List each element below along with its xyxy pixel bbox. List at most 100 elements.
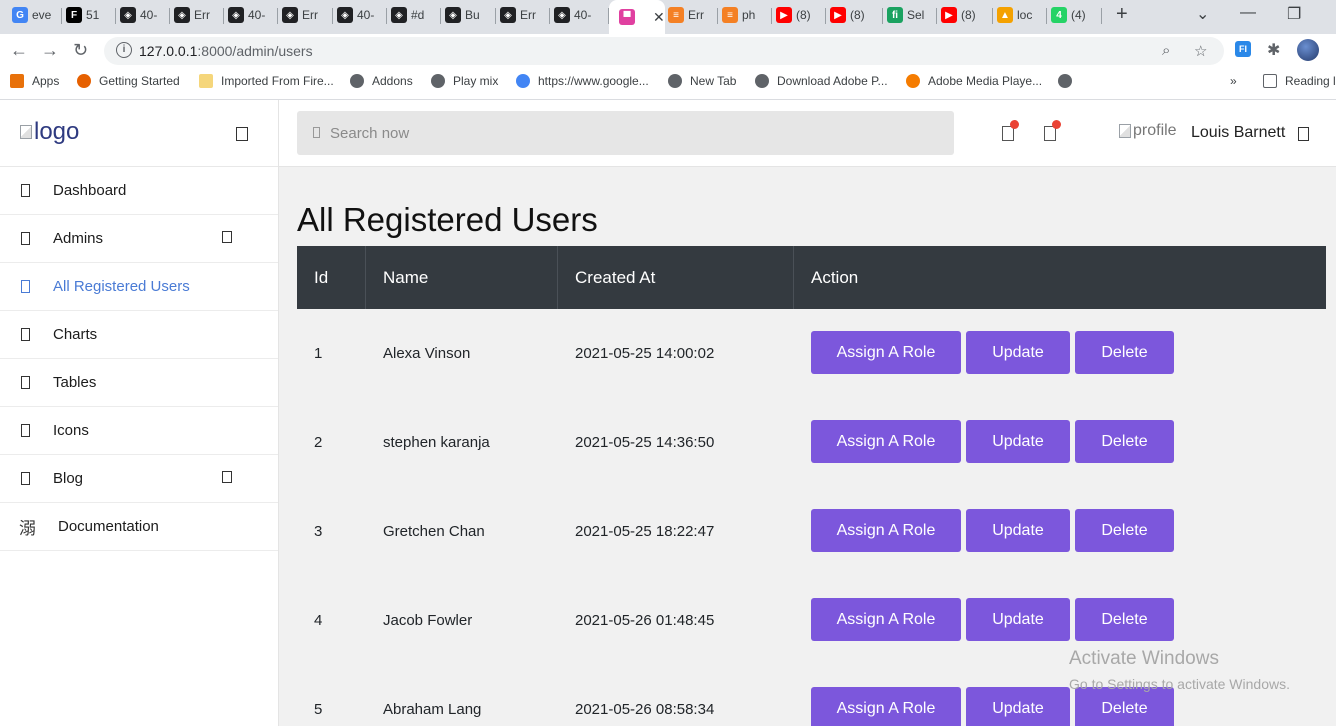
bookmark-item[interactable]: Getting Started xyxy=(77,74,180,88)
user-name[interactable]: Louis Barnett xyxy=(1191,124,1285,142)
sidebar-item-blog[interactable]: Blog xyxy=(0,455,278,503)
update-button[interactable]: Update xyxy=(966,509,1070,552)
assign-role-button[interactable]: Assign A Role xyxy=(811,598,961,641)
bookmark-item[interactable]: https://www.google... xyxy=(516,74,649,88)
forward-arrow-icon[interactable]: → xyxy=(41,40,59,61)
browser-tab[interactable]: ▶ (8) xyxy=(776,0,826,30)
bookmark-item[interactable]: Adobe Media Playe... xyxy=(906,74,1042,88)
bookmark-star-icon[interactable]: ☆ xyxy=(1194,42,1207,60)
assign-role-button[interactable]: Assign A Role xyxy=(811,420,961,463)
sidebar-item-documentation[interactable]: 溺 Documentation xyxy=(0,503,278,551)
tab-separator xyxy=(440,8,441,24)
browser-tab[interactable]: Geve xyxy=(12,0,62,30)
browser-tab[interactable]: fi Sel xyxy=(887,0,937,30)
browser-tab[interactable]: ◈ Err xyxy=(500,0,550,30)
tab-label: Err xyxy=(302,8,318,22)
sidebar-toggle-icon[interactable] xyxy=(236,127,248,141)
reading-list-button[interactable]: Reading l xyxy=(1263,74,1336,88)
tab-separator xyxy=(717,8,718,24)
notification-bell-icon[interactable] xyxy=(1002,120,1019,141)
tab-label: Err xyxy=(520,8,536,22)
tab-label: 40- xyxy=(248,8,266,22)
sidebar-item-all-registered-users[interactable]: All Registered Users xyxy=(0,263,278,311)
browser-tab[interactable]: ◈ #d xyxy=(391,0,441,30)
minimize-button[interactable]: — xyxy=(1240,4,1256,22)
delete-button[interactable]: Delete xyxy=(1075,598,1174,641)
tab-favicon-icon: fi xyxy=(887,7,903,23)
tab-separator xyxy=(1046,8,1047,24)
browser-tab[interactable]: ▀ ✕ xyxy=(609,0,665,34)
browser-tab[interactable]: ◈ 40- xyxy=(337,0,387,30)
browser-tab[interactable]: ▲ loc xyxy=(997,0,1047,30)
browser-tab[interactable]: ▶ (8) xyxy=(830,0,883,30)
browser-tab[interactable]: ≡ ph xyxy=(722,0,772,30)
user-menu-caret-icon[interactable] xyxy=(1298,127,1309,141)
tab-close-icon[interactable]: ✕ xyxy=(653,9,665,26)
browser-tab[interactable]: ◈ Err xyxy=(174,0,224,30)
bookmark-item[interactable]: Addons xyxy=(350,74,413,88)
sidebar-item-admins[interactable]: Admins xyxy=(0,215,278,263)
sidebar-item-label: Icons xyxy=(53,422,89,439)
browser-tab[interactable]: ◈ 40- xyxy=(120,0,170,30)
submenu-caret-icon[interactable] xyxy=(222,231,232,243)
bookmark-item[interactable]: Download Adobe P... xyxy=(755,74,888,88)
profile-avatar[interactable]: profile xyxy=(1119,122,1177,140)
bookmark-item[interactable]: Imported From Fire... xyxy=(199,74,334,88)
tab-separator xyxy=(495,8,496,24)
browser-tab[interactable]: ◈ 40- xyxy=(554,0,609,30)
sidebar-item-dashboard[interactable]: Dashboard xyxy=(0,167,278,215)
sidebar-item-icon xyxy=(21,472,30,485)
watermark-subtitle: Go to Settings to activate Windows. xyxy=(1069,676,1290,692)
logo[interactable]: logo xyxy=(20,118,79,146)
assign-role-button[interactable]: Assign A Role xyxy=(811,687,961,726)
delete-button[interactable]: Delete xyxy=(1075,420,1174,463)
browser-tab[interactable]: ◈ Bu xyxy=(445,0,496,30)
browser-tab[interactable]: ◈ 40- xyxy=(228,0,278,30)
update-button[interactable]: Update xyxy=(966,331,1070,374)
browser-tab[interactable]: ≡ Err xyxy=(668,0,718,30)
update-button[interactable]: Update xyxy=(966,687,1070,726)
delete-button[interactable]: Delete xyxy=(1075,509,1174,552)
update-button[interactable]: Update xyxy=(966,598,1070,641)
new-tab-button[interactable]: + xyxy=(1116,3,1128,26)
browser-tab[interactable]: ▶ (8) xyxy=(941,0,993,30)
extension-fi-icon[interactable]: FI xyxy=(1235,41,1251,57)
address-bar[interactable]: i 127.0.0.1:8000/admin/users ⌕ ☆ xyxy=(104,37,1224,65)
tab-separator xyxy=(992,8,993,24)
site-info-icon[interactable]: i xyxy=(116,42,132,58)
sidebar-item-icon xyxy=(21,232,30,245)
bookmark-label: New Tab xyxy=(690,74,737,88)
assign-role-button[interactable]: Assign A Role xyxy=(811,509,961,552)
tab-search-icon[interactable]: ⌄ xyxy=(1196,4,1209,24)
bookmarks-overflow-button[interactable]: » xyxy=(1230,74,1237,88)
zoom-icon[interactable]: ⌕ xyxy=(1162,42,1170,59)
bookmark-item[interactable] xyxy=(1058,74,1080,88)
cell-created-at: 2021-05-25 18:22:47 xyxy=(575,523,715,540)
table-header: Id Name Created At Action xyxy=(297,246,1326,309)
sidebar-item-icons[interactable]: Icons xyxy=(0,407,278,455)
assign-role-button[interactable]: Assign A Role xyxy=(811,331,961,374)
restore-button[interactable]: ❐ xyxy=(1287,4,1301,24)
delete-button[interactable]: Delete xyxy=(1075,687,1174,726)
browser-profile-avatar[interactable] xyxy=(1297,39,1319,61)
browser-tab[interactable]: 4 (4) xyxy=(1051,0,1102,30)
bookmark-item[interactable]: New Tab xyxy=(668,74,736,88)
update-button[interactable]: Update xyxy=(966,420,1070,463)
bookmark-label: Addons xyxy=(372,74,413,88)
delete-button[interactable]: Delete xyxy=(1075,331,1174,374)
messages-icon[interactable] xyxy=(1044,120,1061,141)
column-header-action: Action xyxy=(811,267,859,287)
bookmark-item[interactable]: Play mix xyxy=(431,74,498,88)
sidebar-item-charts[interactable]: Charts xyxy=(0,311,278,359)
search-input[interactable] xyxy=(330,111,930,155)
back-arrow-icon[interactable]: ← xyxy=(10,40,28,61)
submenu-caret-icon[interactable] xyxy=(222,471,232,483)
bookmark-item[interactable]: Apps xyxy=(10,74,59,88)
search-box[interactable] xyxy=(297,111,954,155)
extensions-puzzle-icon[interactable]: ✱ xyxy=(1267,40,1280,60)
sidebar-item-tables[interactable]: Tables xyxy=(0,359,278,407)
tab-label: Sel xyxy=(907,8,925,22)
browser-tab[interactable]: ◈ Err xyxy=(282,0,333,30)
reload-icon[interactable]: ↻ xyxy=(73,40,88,61)
browser-tab[interactable]: F 51 xyxy=(66,0,116,30)
